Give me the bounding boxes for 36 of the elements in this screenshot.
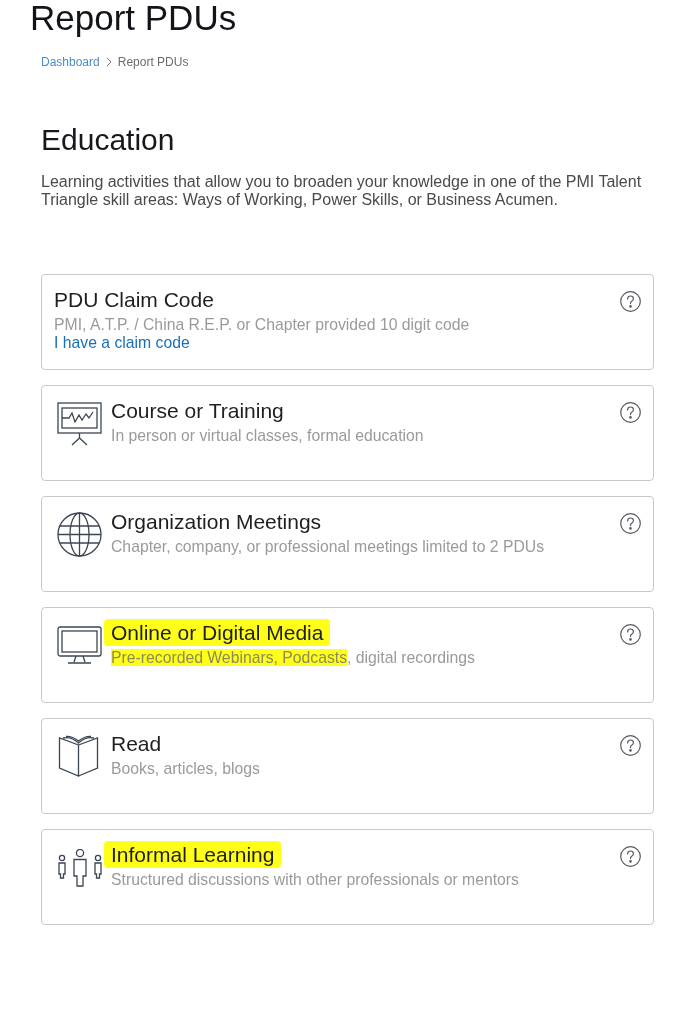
help-icon[interactable] [620,513,641,534]
option-card[interactable]: Course or Training In person or virtual classes, formal education [41,385,654,481]
option-title: Online or Digital Media [104,619,331,646]
option-title: Informal Learning [104,841,282,868]
option-description: Structured discussions with other professionals or mentors [111,871,519,889]
option-description: Chapter, company, or professional meetings limited to 2 PDUs [111,538,545,556]
option-card[interactable]: Online or Digital Media Pre-recorded Webinars, Podcasts, digital recordings [41,607,654,703]
page-title: Report PDUs [29,0,238,35]
help-icon[interactable] [620,846,641,867]
option-description: In person or virtual classes, formal education [111,427,424,445]
presentation-board-icon [57,402,102,446]
help-icon[interactable] [620,735,641,756]
people-icon [56,849,103,887]
option-title: Read [111,733,162,754]
option-title: PDU Claim Code [54,289,214,310]
chevron-right-icon [105,57,112,67]
option-title: Organization Meetings [111,511,322,532]
option-description: PMI, A.T.P. / China R.E.P. or Chapter provided 10 digit code [54,316,470,334]
option-card[interactable]: Organization Meetings Chapter, company, or professional meetings limited to 2 PDUs [41,496,654,592]
option-description: Books, articles, blogs [111,760,260,778]
help-icon[interactable] [620,402,641,423]
monitor-icon [57,626,102,664]
option-title: Course or Training [111,400,284,421]
breadcrumb-current: Report PDUs [117,54,189,70]
breadcrumb-link[interactable]: Dashboard [41,54,100,70]
option-card[interactable]: Informal Learning Structured discussions with other professionals or mentors [41,829,654,925]
globe-icon [57,512,102,557]
claim-code-link[interactable]: I have a claim code [54,334,190,352]
section-description: Learning activities that allow you to broaden your knowledge in one of the PMI Talent Triangle skill areas: Ways of Working, Power Skills, or Business Acumen. [41,173,643,209]
help-icon[interactable] [620,291,641,312]
section-heading: Education [40,125,176,155]
option-card[interactable]: Read Books, articles, blogs [41,718,654,814]
open-book-icon [58,735,99,777]
help-icon[interactable] [620,624,641,645]
option-description: Pre-recorded Webinars, Podcasts, digital recordings [111,649,475,667]
option-card[interactable]: PDU Claim Code PMI, A.T.P. / China R.E.P. or Chapter provided 10 digit code I have a claim code [41,274,654,370]
